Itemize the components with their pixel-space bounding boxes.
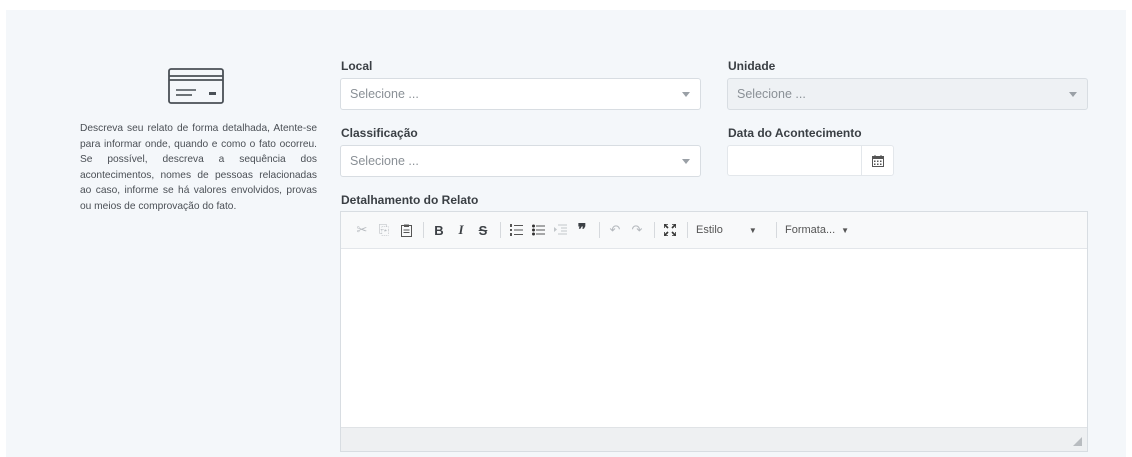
editor-statusbar	[341, 427, 1087, 451]
chevron-down-icon: ▼	[841, 225, 850, 235]
strikethrough-button[interactable]: S	[473, 220, 493, 240]
classificacao-select-value: Selecione ...	[350, 154, 419, 168]
data-label: Data do Acontecimento	[728, 126, 862, 140]
maximize-icon[interactable]	[660, 220, 680, 240]
copy-icon[interactable]: ⎘	[374, 220, 394, 240]
cut-icon[interactable]: ✂	[352, 220, 372, 240]
detalhamento-label: Detalhamento do Relato	[341, 193, 479, 207]
resize-handle-icon[interactable]	[1073, 437, 1082, 446]
toolbar-separator	[500, 222, 501, 238]
redo-icon[interactable]: ↷	[627, 220, 647, 240]
classificacao-label: Classificação	[341, 126, 418, 140]
undo-icon[interactable]: ↶	[605, 220, 625, 240]
local-select-value: Selecione ...	[350, 87, 419, 101]
bullet-list-icon[interactable]	[528, 220, 548, 240]
sidebar-description: Descreva seu relato de forma detalhada, …	[80, 123, 317, 212]
indent-icon[interactable]	[550, 220, 570, 240]
classificacao-select[interactable]: Selecione ...	[340, 145, 701, 177]
unidade-label: Unidade	[728, 59, 776, 73]
chevron-down-icon	[682, 159, 690, 164]
style-dropdown-label: Estilo	[696, 224, 723, 236]
editor-toolbar: ✂ ⎘ B I S ❞ ↶ ↷ Estilo ▼ Formata... ▼	[341, 212, 1087, 249]
editor-content-area[interactable]	[341, 249, 1087, 427]
toolbar-separator	[423, 222, 424, 238]
toolbar-separator	[687, 222, 688, 238]
paste-icon[interactable]	[396, 220, 416, 240]
format-dropdown-label: Formata...	[785, 224, 836, 236]
chevron-down-icon	[1069, 92, 1077, 97]
calendar-button[interactable]	[861, 145, 894, 176]
local-label: Local	[341, 59, 373, 73]
unidade-select-value: Selecione ...	[737, 87, 806, 101]
rich-text-editor: ✂ ⎘ B I S ❞ ↶ ↷ Estilo ▼ Formata... ▼	[340, 211, 1088, 452]
chevron-down-icon	[682, 92, 690, 97]
credit-card-icon	[168, 68, 224, 104]
local-select[interactable]: Selecione ...	[340, 78, 701, 110]
numbered-list-icon[interactable]	[506, 220, 526, 240]
bold-button[interactable]: B	[429, 220, 449, 240]
chevron-down-icon: ▼	[748, 225, 757, 235]
calendar-icon	[871, 154, 884, 167]
unidade-select[interactable]: Selecione ...	[727, 78, 1088, 110]
toolbar-separator	[776, 222, 777, 238]
style-dropdown[interactable]: Estilo ▼	[693, 220, 771, 240]
data-input[interactable]	[727, 145, 861, 176]
blockquote-icon[interactable]: ❞	[572, 220, 592, 240]
italic-button[interactable]: I	[451, 220, 471, 240]
format-dropdown[interactable]: Formata... ▼	[782, 220, 849, 240]
toolbar-separator	[599, 222, 600, 238]
toolbar-separator	[654, 222, 655, 238]
